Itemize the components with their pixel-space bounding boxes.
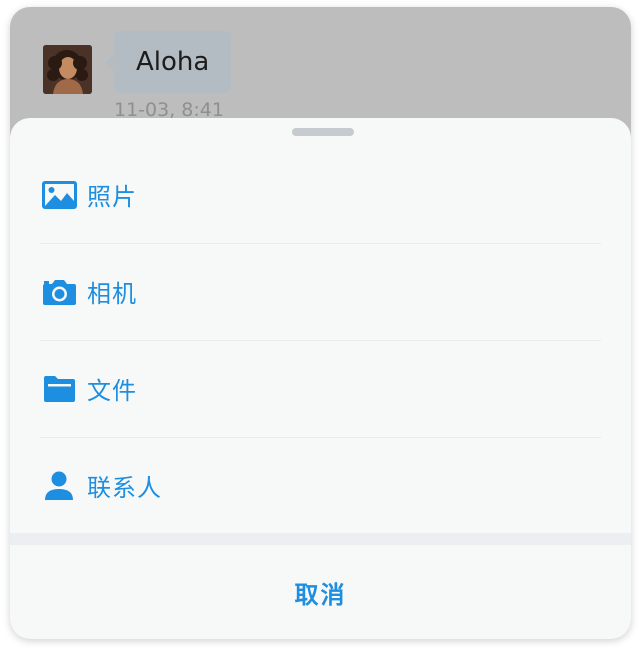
menu-item-photo[interactable]: 照片 [10,146,631,243]
avatar[interactable] [43,45,92,94]
menu-item-camera[interactable]: 相机 [10,243,631,340]
action-menu: 照片 相机 文件 联系人 [10,146,631,534]
photo-icon [41,177,77,213]
cancel-button[interactable]: 取消 [10,545,631,639]
message-text: Aloha [136,47,210,77]
menu-item-label: 联系人 [87,474,162,502]
folder-icon [41,371,77,407]
message-bubble[interactable]: Aloha [104,31,232,93]
avatar-image [43,45,92,94]
menu-item-contact[interactable]: 联系人 [10,437,631,534]
cancel-label: 取消 [294,580,347,609]
menu-item-label: 相机 [87,280,137,308]
menu-item-label: 文件 [87,377,137,405]
contact-icon [41,468,77,504]
menu-item-label: 照片 [87,183,137,211]
menu-item-file[interactable]: 文件 [10,340,631,437]
section-divider [10,533,631,545]
sheet-drag-handle[interactable] [292,128,354,136]
app-window: Aloha 11-03, 8:41 照片 相机 文件 联系人 取消 [10,7,631,639]
action-sheet: 照片 相机 文件 联系人 取消 [10,118,631,639]
camera-icon [41,274,77,310]
